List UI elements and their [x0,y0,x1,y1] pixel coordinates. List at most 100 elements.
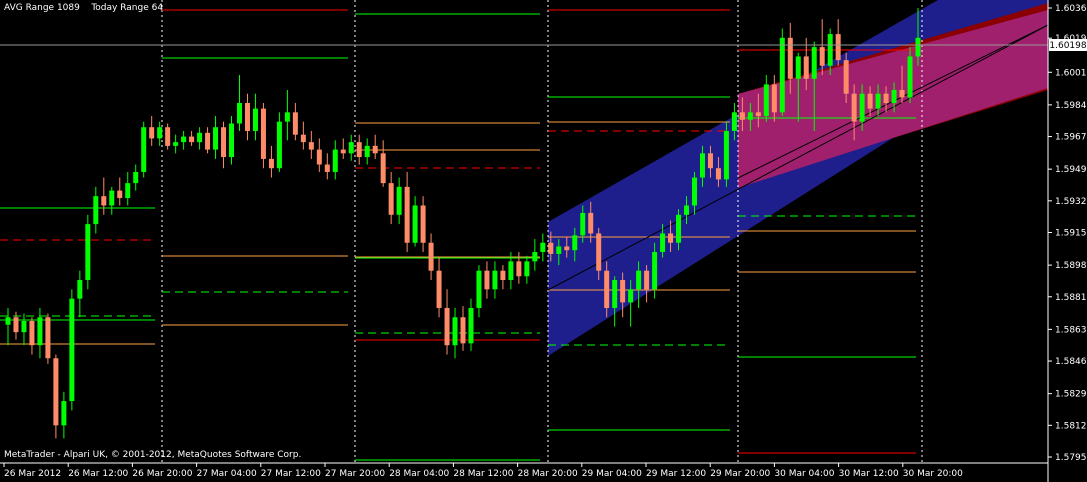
candle-body [500,270,506,281]
candle-body [564,246,570,251]
time-tick-label: 26 Mar 2012 [4,469,61,479]
candle-body [452,317,458,346]
candle-body [29,320,35,346]
candle-body [915,37,921,57]
price-tick-label: 1.59840 [1055,101,1087,111]
candle-body [388,183,394,215]
candle-body [580,212,586,236]
candle-body [117,190,123,199]
candle-body [181,136,187,143]
price-tick-label: 1.60360 [1055,4,1087,14]
time-tick-label: 26 Mar 12:00 [68,469,128,479]
candle-body [189,136,195,143]
candle-body [540,242,546,253]
chart-window[interactable]: 1.60360 1.60198 1.60015 1.59840 1.59670 1.594… [0,0,1087,482]
candle-body [101,196,107,206]
candle-body [835,34,841,61]
candle-body [524,261,530,277]
time-tick-label: 30 Mar 12:00 [839,469,899,479]
candle-body [93,196,99,225]
price-tick-label: 1.57950 [1055,453,1087,463]
today-range-label: Today Range 64 [91,3,164,13]
candle-body [492,270,498,290]
candle-body [628,289,634,303]
price-tick-label: 1.58635 [1055,325,1087,335]
candle-body [157,127,163,139]
candle-body [173,142,179,146]
candle-body [484,270,490,290]
candle-body [324,164,330,172]
candle-body [652,252,658,290]
candle-body [556,246,562,254]
candle-body [508,261,514,281]
candle-body [596,233,602,271]
candle-body [907,56,913,98]
candle-body [660,233,666,253]
candle-body [899,89,905,98]
candle-body [5,317,11,325]
candle-body [444,307,450,346]
candle-body [723,130,729,180]
time-tick-label: 27 Mar 20:00 [325,469,385,479]
candle-body [715,168,721,180]
candle-body [668,233,674,243]
candle-body [771,84,777,113]
candle-body [300,134,306,143]
price-tick-label: 1.58810 [1055,293,1087,303]
candle-body [763,84,769,117]
time-tick-label: 28 Mar 04:00 [389,469,449,479]
candle-body [229,123,235,158]
candle-body [316,149,322,165]
candle-body [197,132,203,143]
time-tick-label: 28 Mar 12:00 [453,469,513,479]
price-tick-label: 1.58465 [1055,357,1087,367]
candle-body [851,93,857,122]
price-tick-label: 1.59155 [1055,229,1087,239]
candle-body [133,171,139,184]
candle-body [21,320,27,333]
candle-body [292,112,298,135]
candle-body [53,358,59,426]
candle-body [125,183,131,199]
candle-body [372,145,378,154]
candle-body [268,158,274,169]
candle-body [420,205,426,243]
candle-body [109,190,115,206]
time-tick-label: 30 Mar 04:00 [774,469,834,479]
candle-body [707,153,713,169]
candle-body [77,280,83,299]
time-tick-label: 27 Mar 12:00 [261,469,321,479]
candle-body [396,186,402,215]
candle-body [787,37,793,79]
candle-body [37,317,43,346]
candle-body [165,127,171,146]
indicator-header: AVG Range 1089 Today Range 64 [4,3,163,13]
time-tick-label: 30 Mar 20:00 [903,469,963,479]
candle-body [332,149,338,172]
candle-body [636,270,642,290]
price-chart[interactable]: 1.60360 1.60198 1.60015 1.59840 1.59670 1.594… [0,0,1087,482]
candle-body [699,153,705,178]
candle-body [260,108,266,159]
candle-body [412,205,418,243]
candle-body [436,270,442,308]
candle-body [236,103,242,124]
candle-body [460,317,466,344]
candle-body [308,142,314,150]
avg-range-label: AVG Range 1089 [4,3,80,13]
candle-body [276,121,282,169]
candle-body [13,317,19,333]
candle-body [404,186,410,243]
candle-body [795,56,801,79]
candle-body [69,298,75,402]
candle-body [252,108,258,131]
candle-body [803,56,809,79]
price-tick-label: 1.59670 [1055,133,1087,143]
candle-body [244,103,250,131]
candle-body [468,307,474,344]
candle-body [149,127,155,139]
candle-body [45,317,51,359]
candle-body [213,127,219,150]
time-tick-label: 29 Mar 12:00 [646,469,706,479]
candle-body [779,37,785,113]
